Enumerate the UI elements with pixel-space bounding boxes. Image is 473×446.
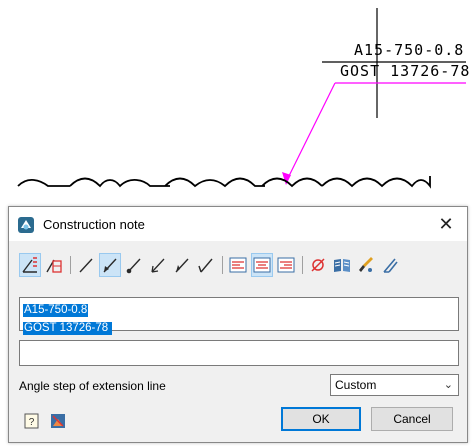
note-settings-icon[interactable] bbox=[19, 253, 41, 277]
angle-step-label: Angle step of extension line bbox=[19, 379, 166, 393]
leader-line bbox=[285, 82, 336, 183]
note-text-line2: GOST 13726-78 bbox=[340, 62, 471, 80]
toolbar-separator bbox=[222, 256, 223, 274]
align-center-icon[interactable] bbox=[251, 253, 273, 277]
angle-step-value: Custom bbox=[335, 378, 377, 392]
line-leader-icon[interactable] bbox=[75, 253, 97, 277]
note-toolbar bbox=[19, 253, 459, 279]
open-arrow-leader-icon[interactable] bbox=[147, 253, 169, 277]
dot-leader-icon[interactable] bbox=[123, 253, 145, 277]
magic-pen-icon[interactable] bbox=[379, 253, 401, 277]
toolbar-separator bbox=[302, 256, 303, 274]
secondary-text-field[interactable] bbox=[19, 340, 459, 366]
cancel-button[interactable]: Cancel bbox=[371, 407, 453, 431]
paint-brush-icon[interactable] bbox=[355, 253, 377, 277]
tick-leader-icon[interactable] bbox=[195, 253, 217, 277]
preview-image-icon[interactable] bbox=[49, 412, 67, 430]
library-book-icon[interactable] bbox=[331, 253, 353, 277]
note-text-line[interactable]: A15-750-0.8 bbox=[23, 304, 89, 317]
close-button[interactable]: ✕ bbox=[433, 211, 459, 237]
angle-step-select[interactable]: Custom ⌄ bbox=[330, 374, 459, 396]
diameter-symbol-icon[interactable] bbox=[307, 253, 329, 277]
weld-seam-symbol bbox=[17, 176, 431, 189]
ok-button[interactable]: OK bbox=[281, 407, 361, 431]
toolbar-separator bbox=[70, 256, 71, 274]
dialog-title: Construction note bbox=[43, 217, 145, 232]
note-text-line1: A15-750-0.8 bbox=[354, 41, 465, 59]
app-icon bbox=[18, 217, 34, 233]
align-left-icon[interactable] bbox=[227, 253, 249, 277]
drawing-canvas[interactable] bbox=[0, 0, 473, 205]
align-right-icon[interactable] bbox=[275, 253, 297, 277]
note-text-line[interactable]: GOST 13726-78 bbox=[23, 322, 113, 335]
dialog-titlebar[interactable]: Construction note ✕ bbox=[9, 207, 467, 241]
construction-note-dialog: Construction note ✕ A15-750-0.8 GOST 137… bbox=[8, 206, 468, 443]
note-text-editor[interactable]: A15-750-0.8 GOST 13726-78 bbox=[19, 297, 459, 335]
note-table-icon[interactable] bbox=[43, 253, 65, 277]
chevron-down-icon: ⌄ bbox=[443, 379, 453, 391]
arrow-leader-icon[interactable] bbox=[99, 253, 121, 277]
svg-text:?: ? bbox=[29, 417, 35, 428]
half-arrow-leader-icon[interactable] bbox=[171, 253, 193, 277]
help-icon[interactable]: ? bbox=[23, 412, 41, 430]
